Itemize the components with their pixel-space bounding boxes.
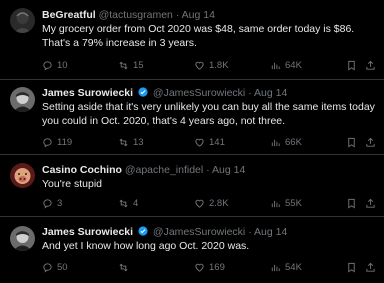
separator: · [206, 164, 210, 176]
bookmark-icon[interactable] [346, 137, 357, 148]
avatar[interactable] [10, 226, 35, 251]
share-icon[interactable] [365, 137, 376, 148]
repost-button[interactable]: 15 [118, 60, 158, 71]
reply-button[interactable]: 3 [42, 198, 82, 209]
tweet-header: James Surowiecki @JamesSurowiecki · Aug … [42, 87, 378, 100]
tweet[interactable]: Casino Cochino @apache_infidel · Aug 14 … [0, 155, 384, 217]
author-handle[interactable]: @JamesSurowiecki [153, 226, 245, 238]
tweet-actions: 3 4 2.8K 55K [42, 198, 376, 209]
views-icon [271, 200, 280, 208]
author-name[interactable]: James Surowiecki [42, 226, 133, 238]
avatar[interactable] [10, 8, 35, 33]
separator: · [248, 226, 252, 238]
tweet-actions: 50 169 54K [42, 262, 376, 273]
views-button[interactable]: 66K [270, 137, 310, 148]
tweet-tools [346, 198, 376, 209]
avatar[interactable] [10, 87, 35, 112]
reply-count: 50 [57, 262, 68, 273]
like-count: 2.8K [209, 198, 229, 209]
tweet-text: You're stupid [42, 178, 102, 190]
like-count: 169 [209, 262, 225, 273]
views-count: 55K [285, 198, 302, 209]
views-button[interactable]: 55K [270, 198, 310, 209]
reply-icon [43, 138, 52, 148]
bookmark-icon[interactable] [346, 198, 357, 209]
repost-icon [119, 138, 128, 147]
verified-badge-icon [138, 87, 148, 97]
like-count: 141 [209, 137, 225, 148]
views-count: 54K [285, 262, 302, 273]
bookmark-icon[interactable] [346, 60, 357, 71]
views-count: 66K [285, 137, 302, 148]
repost-count: 4 [133, 198, 139, 209]
tweet-header: BeGreatful @tactusgramen · Aug 14 [42, 9, 378, 22]
tweet-text: And yet I know how long ago Oct. 2020 wa… [42, 240, 250, 252]
tweet[interactable]: James Surowiecki @JamesSurowiecki · Aug … [0, 217, 384, 283]
reply-count: 3 [57, 198, 63, 209]
author-handle[interactable]: @JamesSurowiecki [153, 87, 245, 99]
author-handle[interactable]: @tactusgramen [99, 9, 173, 21]
heart-icon [195, 199, 204, 208]
reply-button[interactable]: 119 [42, 137, 82, 148]
tweet-tools [346, 60, 376, 71]
tweet-date[interactable]: Aug 14 [182, 9, 215, 21]
tweet-actions: 119 13 141 66K [42, 137, 376, 148]
reply-count: 119 [57, 137, 73, 148]
heart-icon [195, 138, 204, 147]
tweet-date[interactable]: Aug 14 [212, 164, 245, 176]
reply-button[interactable]: 50 [42, 262, 82, 273]
tweet[interactable]: BeGreatful @tactusgramen · Aug 14 My gro… [0, 0, 384, 80]
reply-icon [43, 61, 52, 71]
views-icon [271, 139, 280, 147]
tweet-tools [346, 137, 376, 148]
author-handle[interactable]: @apache_infidel [125, 164, 203, 176]
tweet-actions: 10 15 1.8K 64K [42, 60, 376, 71]
like-button[interactable]: 141 [194, 137, 234, 148]
views-button[interactable]: 64K [270, 60, 310, 71]
views-icon [271, 264, 280, 272]
repost-count: 15 [133, 60, 144, 71]
tweet-date[interactable]: Aug 14 [254, 226, 287, 238]
tweet-text: Setting aside that it's very unlikely yo… [42, 101, 375, 127]
tweet-header: James Surowiecki @JamesSurowiecki · Aug … [42, 226, 378, 239]
repost-button[interactable]: 4 [118, 198, 158, 209]
tweet-text: My grocery order from Oct 2020 was $48, … [42, 23, 355, 49]
author-name[interactable]: BeGreatful [42, 9, 96, 21]
repost-count: 13 [133, 137, 144, 148]
reply-icon [43, 263, 52, 273]
tweet-header: Casino Cochino @apache_infidel · Aug 14 [42, 164, 378, 177]
like-button[interactable]: 2.8K [194, 198, 234, 209]
repost-button[interactable]: 13 [118, 137, 158, 148]
views-icon [271, 62, 280, 70]
author-name[interactable]: James Surowiecki [42, 87, 133, 99]
heart-icon [195, 263, 204, 272]
like-count: 1.8K [209, 60, 229, 71]
reply-button[interactable]: 10 [42, 60, 82, 71]
repost-icon [119, 199, 128, 208]
views-count: 64K [285, 60, 302, 71]
reply-count: 10 [57, 60, 68, 71]
share-icon[interactable] [365, 198, 376, 209]
share-icon[interactable] [365, 60, 376, 71]
author-name[interactable]: Casino Cochino [42, 164, 122, 176]
tweet[interactable]: James Surowiecki @JamesSurowiecki · Aug … [0, 80, 384, 155]
tweet-feed: BeGreatful @tactusgramen · Aug 14 My gro… [0, 0, 384, 283]
tweet-date[interactable]: Aug 14 [254, 87, 287, 99]
bookmark-icon[interactable] [346, 262, 357, 273]
verified-badge-icon [138, 226, 148, 236]
separator: · [248, 87, 252, 99]
repost-icon [119, 263, 128, 272]
reply-icon [43, 199, 52, 209]
repost-icon [119, 61, 128, 70]
views-button[interactable]: 54K [270, 262, 310, 273]
repost-button[interactable] [118, 262, 158, 273]
separator: · [175, 9, 180, 21]
like-button[interactable]: 169 [194, 262, 234, 273]
like-button[interactable]: 1.8K [194, 60, 234, 71]
tweet-tools [346, 262, 376, 273]
heart-icon [195, 61, 204, 70]
share-icon[interactable] [365, 262, 376, 273]
avatar[interactable] [10, 163, 35, 188]
